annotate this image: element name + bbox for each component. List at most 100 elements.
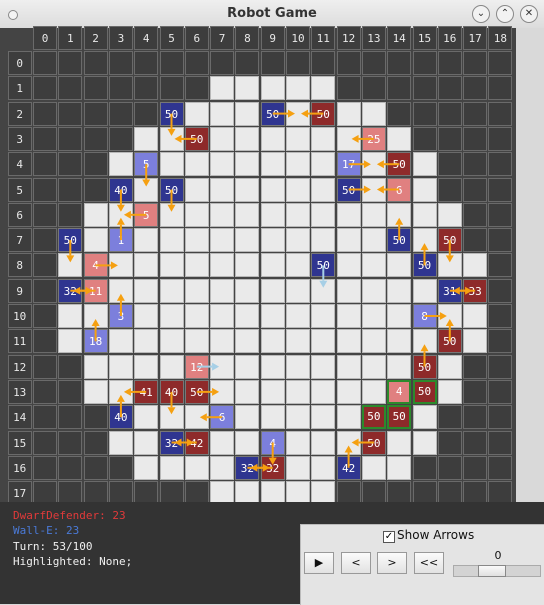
floor-cell[interactable] — [286, 379, 310, 404]
floor-cell[interactable] — [387, 253, 412, 278]
floor-cell[interactable] — [235, 177, 260, 202]
floor-cell[interactable] — [159, 126, 184, 151]
previous-turn-button[interactable]: < — [341, 552, 371, 574]
floor-cell[interactable] — [210, 202, 235, 227]
blue-robot[interactable]: 1 — [108, 228, 133, 253]
floor-cell[interactable] — [387, 126, 412, 151]
floor-cell[interactable] — [134, 304, 159, 328]
floor-cell[interactable] — [336, 228, 361, 253]
floor-cell[interactable] — [235, 228, 260, 253]
red-robot[interactable]: 5 — [134, 202, 159, 227]
floor-cell[interactable] — [286, 354, 310, 379]
floor-cell[interactable] — [159, 455, 184, 480]
floor-cell[interactable] — [210, 177, 235, 202]
floor-cell[interactable] — [159, 253, 184, 278]
blue-robot[interactable]: 18 — [83, 329, 108, 354]
floor-cell[interactable] — [108, 329, 133, 354]
floor-cell[interactable] — [260, 304, 285, 328]
floor-cell[interactable] — [260, 354, 285, 379]
red-robot[interactable]: 50 — [311, 101, 336, 126]
floor-cell[interactable] — [286, 253, 310, 278]
floor-cell[interactable] — [184, 202, 209, 227]
blue-robot[interactable]: 5 — [134, 152, 159, 177]
floor-cell[interactable] — [361, 177, 386, 202]
floor-cell[interactable] — [311, 76, 336, 101]
floor-cell[interactable] — [336, 101, 361, 126]
floor-cell[interactable] — [83, 379, 108, 404]
red-robot[interactable]: 50 — [437, 329, 462, 354]
floor-cell[interactable] — [184, 329, 209, 354]
floor-cell[interactable] — [311, 152, 336, 177]
floor-cell[interactable] — [83, 228, 108, 253]
floor-cell[interactable] — [311, 354, 336, 379]
floor-cell[interactable] — [260, 126, 285, 151]
floor-cell[interactable] — [336, 430, 361, 455]
floor-cell[interactable] — [463, 304, 488, 328]
floor-cell[interactable] — [311, 379, 336, 404]
floor-cell[interactable] — [210, 76, 235, 101]
floor-cell[interactable] — [286, 101, 310, 126]
blue-robot[interactable]: 3 — [108, 304, 133, 328]
red-robot[interactable]: 41 — [134, 379, 159, 404]
floor-cell[interactable] — [387, 455, 412, 480]
floor-cell[interactable] — [134, 126, 159, 151]
floor-cell[interactable] — [108, 253, 133, 278]
red-robot[interactable]: 11 — [83, 278, 108, 303]
floor-cell[interactable] — [235, 354, 260, 379]
turn-slider[interactable] — [453, 565, 541, 577]
floor-cell[interactable] — [184, 304, 209, 328]
red-robot[interactable]: 12 — [184, 354, 209, 379]
floor-cell[interactable] — [159, 278, 184, 303]
floor-cell[interactable] — [134, 455, 159, 480]
floor-cell[interactable] — [83, 202, 108, 227]
floor-cell[interactable] — [134, 329, 159, 354]
floor-cell[interactable] — [260, 177, 285, 202]
floor-cell[interactable] — [235, 152, 260, 177]
floor-cell[interactable] — [286, 228, 310, 253]
floor-cell[interactable] — [286, 405, 310, 430]
floor-cell[interactable] — [235, 126, 260, 151]
floor-cell[interactable] — [463, 253, 488, 278]
floor-cell[interactable] — [210, 329, 235, 354]
floor-cell[interactable] — [311, 430, 336, 455]
next-turn-button[interactable]: > — [377, 552, 407, 574]
floor-cell[interactable] — [184, 405, 209, 430]
floor-cell[interactable] — [311, 126, 336, 151]
floor-cell[interactable] — [210, 278, 235, 303]
floor-cell[interactable] — [437, 253, 462, 278]
red-robot[interactable]: 25 — [361, 126, 386, 151]
red-robot[interactable]: 6 — [387, 177, 412, 202]
floor-cell[interactable] — [260, 228, 285, 253]
floor-cell[interactable] — [134, 228, 159, 253]
blue-robot[interactable]: 17 — [336, 152, 361, 177]
floor-cell[interactable] — [210, 101, 235, 126]
floor-cell[interactable] — [286, 202, 310, 227]
blue-robot[interactable]: 50 — [58, 228, 83, 253]
floor-cell[interactable] — [159, 405, 184, 430]
floor-cell[interactable] — [260, 253, 285, 278]
floor-cell[interactable] — [361, 101, 386, 126]
floor-cell[interactable] — [361, 329, 386, 354]
floor-cell[interactable] — [412, 329, 437, 354]
blue-robot[interactable]: 40 — [108, 177, 133, 202]
minimize-button[interactable]: ⌄ — [472, 5, 490, 23]
red-robot[interactable]: 50 — [361, 430, 386, 455]
floor-cell[interactable] — [311, 202, 336, 227]
red-robot[interactable]: 50 — [184, 379, 209, 404]
red-robot[interactable]: 40 — [159, 379, 184, 404]
floor-cell[interactable] — [210, 253, 235, 278]
blue-robot[interactable]: 4 — [260, 430, 285, 455]
floor-cell[interactable] — [235, 76, 260, 101]
blue-robot[interactable]: 50 — [260, 101, 285, 126]
floor-cell[interactable] — [108, 278, 133, 303]
floor-cell[interactable] — [311, 177, 336, 202]
floor-cell[interactable] — [134, 354, 159, 379]
blue-robot[interactable]: 8 — [412, 304, 437, 328]
floor-cell[interactable] — [260, 152, 285, 177]
floor-cell[interactable] — [210, 455, 235, 480]
floor-cell[interactable] — [184, 101, 209, 126]
floor-cell[interactable] — [83, 304, 108, 328]
show-arrows-checkbox[interactable]: ✓ — [383, 531, 395, 543]
floor-cell[interactable] — [437, 354, 462, 379]
floor-cell[interactable] — [286, 304, 310, 328]
